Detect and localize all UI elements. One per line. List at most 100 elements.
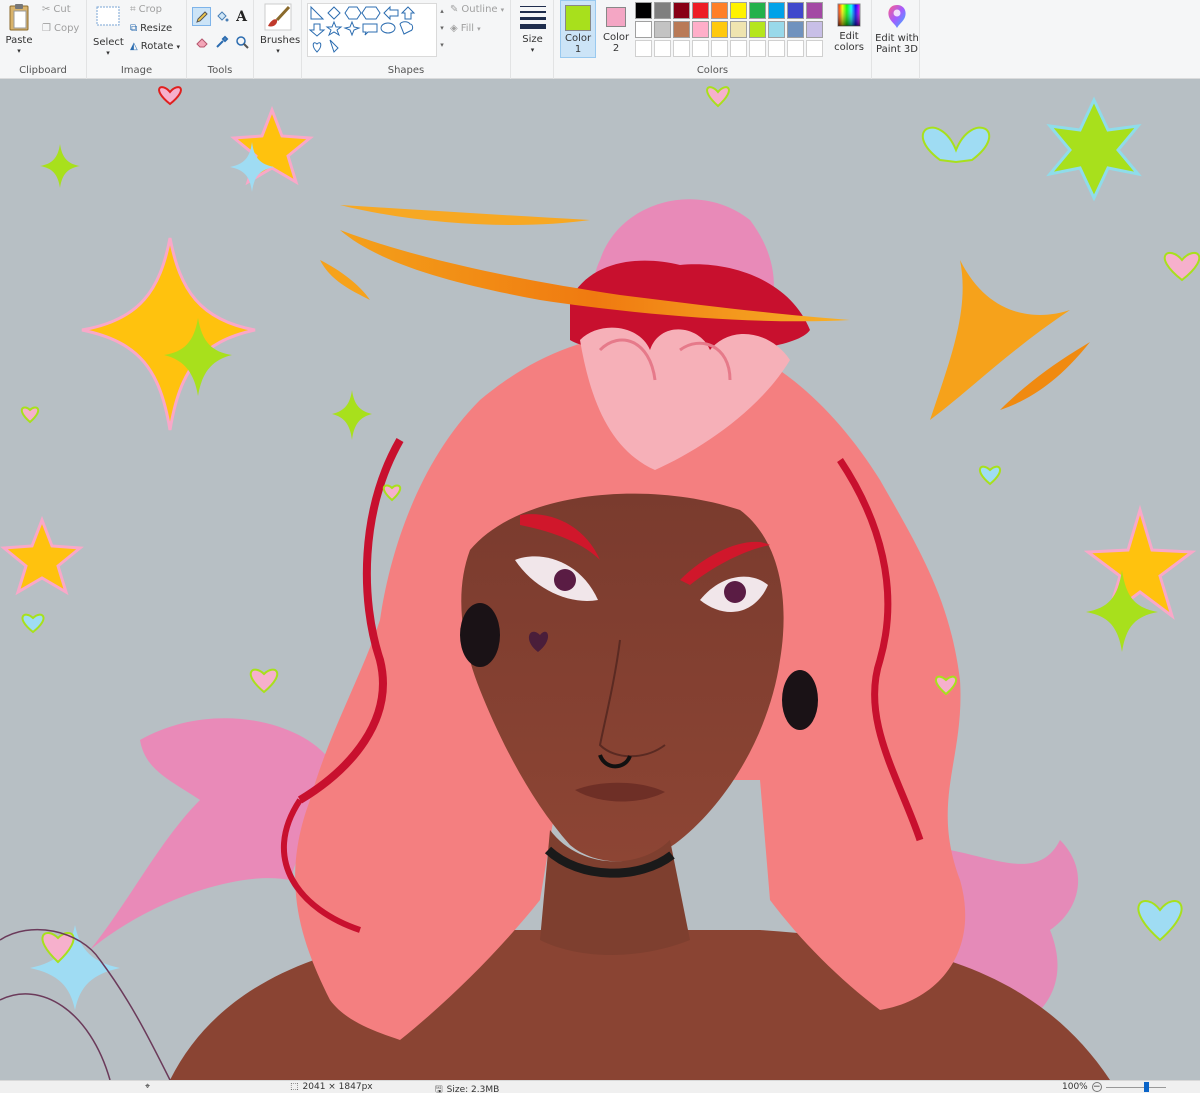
palette-swatch[interactable] [787,2,804,19]
crop-label: Crop [138,4,162,15]
cursor-position: ⌖ [145,1082,150,1092]
paste-dropdown-icon[interactable]: ▾ [4,46,34,57]
text-a-icon: A [236,8,247,25]
custom-color-slot[interactable] [806,40,823,57]
paste-label: Paste [5,35,33,46]
custom-color-slot[interactable] [673,40,690,57]
palette-swatch[interactable] [711,2,728,19]
palette-swatch[interactable] [673,2,690,19]
outline-icon: ✎ [450,4,459,15]
palette-swatch[interactable] [806,2,823,19]
palette-swatch[interactable] [654,2,671,19]
crop-icon: ⌗ [130,4,136,15]
edit-colors-button[interactable]: Edit colors [832,2,866,53]
heart-pink-mid [382,484,402,502]
select-rectangle-icon [96,6,120,26]
palette-swatch[interactable] [692,21,709,38]
shapes-gallery[interactable] [307,3,437,57]
heart-pink-right [1163,251,1200,282]
iris-left [554,569,576,591]
eraser-tool[interactable] [192,32,211,51]
palette-swatch[interactable] [787,21,804,38]
copy-button[interactable]: ❐ Copy [42,23,79,34]
color2-button[interactable]: Color 2 [599,0,633,54]
rotate-dropdown-icon[interactable]: ▾ [176,43,180,51]
zoom-control: 100% − [1062,1082,1166,1092]
text-tool[interactable]: A [232,7,251,26]
edit-with-paint3d-button[interactable]: Edit with Paint 3D [875,2,919,55]
outline-button[interactable]: ✎ Outline ▾ [450,4,504,15]
shapes-scroll[interactable]: ▴ ▾ ▾ [438,3,446,57]
heart-pink-left-mid [20,406,40,424]
select-button[interactable]: Select ▾ [93,4,124,59]
palette-swatch[interactable] [730,2,747,19]
zoom-slider[interactable] [1105,1082,1166,1092]
status-bar: ⌖ ⬚ 2041 × 1847px 🖫 Size: 2.3MB 100% − [0,1080,1200,1093]
brushes-label: Brushes [260,35,301,46]
heart-blue-left [21,613,45,634]
custom-color-slot[interactable] [635,40,652,57]
custom-color-slot[interactable] [768,40,785,57]
fill-button[interactable]: ◈ Fill ▾ [450,23,481,34]
rotate-button[interactable]: ◭ Rotate ▾ [130,41,180,52]
disk-icon: 🖫 [435,1085,443,1093]
cut-label: Cut [53,4,71,15]
fill-label: Fill [460,23,475,34]
palette-swatch[interactable] [768,2,785,19]
zoom-out-button[interactable]: − [1091,1082,1102,1092]
size-dropdown-icon[interactable]: ▾ [516,45,549,56]
halo-flame-right [930,260,1070,420]
palette-swatch[interactable] [711,21,728,38]
size-label: Size [522,34,543,45]
resize-label: Resize [140,23,173,34]
tools-group: A Tools [187,0,254,79]
size-button[interactable]: Size ▾ [516,3,549,56]
color1-label: Color 1 [565,33,592,55]
palette-swatch[interactable] [635,21,652,38]
brush-icon [264,3,292,31]
crop-button[interactable]: ⌗ Crop [130,4,162,15]
custom-color-slot[interactable] [711,40,728,57]
custom-color-slot[interactable] [730,40,747,57]
brushes-button[interactable]: Brushes ▾ [260,2,301,57]
fill-dropdown-icon: ▾ [477,24,481,33]
tools-group-label: Tools [207,65,233,76]
hair-back-strand-left [90,718,330,950]
magnifier-icon [235,35,249,49]
custom-color-slot[interactable] [654,40,671,57]
ear-gauge-right [782,670,818,730]
brushes-dropdown-icon[interactable]: ▾ [260,46,296,57]
palette-swatch[interactable] [768,21,785,38]
palette-swatch[interactable] [673,21,690,38]
color1-button[interactable]: Color 1 [560,0,596,58]
cut-button[interactable]: ✂ Cut [42,4,71,15]
magnifier-tool[interactable] [232,32,251,51]
select-dropdown-icon[interactable]: ▾ [93,48,123,59]
sparkle-green-small [332,390,372,440]
custom-color-slot[interactable] [749,40,766,57]
fill-tool[interactable] [212,7,231,26]
palette-swatch[interactable] [635,2,652,19]
heart-blue-right-mid [978,465,1002,486]
zoom-slider-thumb[interactable] [1143,1082,1149,1092]
palette-swatch[interactable] [749,2,766,19]
drawing-canvas[interactable] [0,80,1200,1080]
rotate-icon: ◭ [130,41,138,52]
custom-color-slot[interactable] [787,40,804,57]
paint3d-icon [888,5,906,28]
heart-red-top [158,86,182,106]
palette-swatch[interactable] [654,21,671,38]
palette-swatch[interactable] [749,21,766,38]
custom-color-slot[interactable] [692,40,709,57]
palette-swatch[interactable] [806,21,823,38]
color-picker-tool[interactable] [212,32,231,51]
cursor-position-icon: ⌖ [145,1082,151,1092]
resize-button[interactable]: ⧉ Resize [130,23,172,34]
color-spectrum-icon [837,3,861,27]
palette-swatch[interactable] [692,2,709,19]
paste-button[interactable]: Paste ▾ [4,2,34,57]
dimensions-icon: ⬚ [290,1082,299,1092]
image-group: Select ▾ ⌗ Crop ⧉ Resize ◭ Rotate ▾ Imag… [87,0,187,79]
pencil-tool[interactable] [192,7,211,26]
palette-swatch[interactable] [730,21,747,38]
